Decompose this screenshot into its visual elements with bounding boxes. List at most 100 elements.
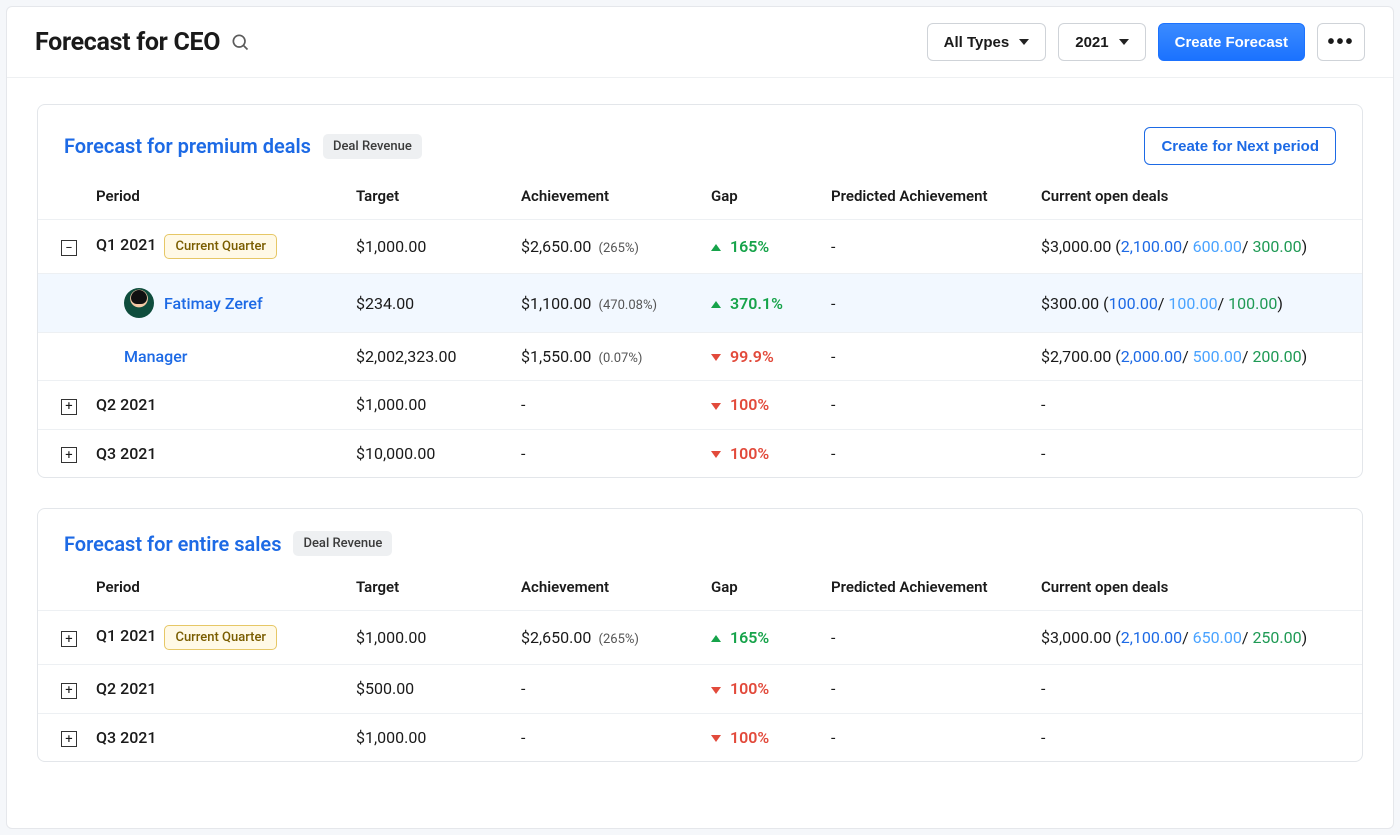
gap-cell: 165% [703, 220, 823, 274]
open-deals-cell: - [1033, 665, 1362, 714]
achievement-cell: - [513, 381, 703, 430]
open-deals-cell: - [1033, 381, 1362, 430]
forecast-card: Forecast for entire sales Deal Revenue Per… [37, 508, 1363, 762]
period-cell: Q2 2021 [88, 381, 348, 430]
card-title[interactable]: Forecast for premium deals [64, 134, 311, 158]
table-row: Q1 2021Current Quarter$1,000.00$2,650.00… [38, 611, 1362, 665]
more-actions-button[interactable]: ••• [1317, 23, 1365, 61]
gap-cell: 100% [703, 429, 823, 477]
expand-icon[interactable] [61, 631, 77, 647]
gap-cell: 165% [703, 611, 823, 665]
chevron-down-icon [1119, 39, 1129, 45]
column-header [38, 566, 88, 611]
card-title[interactable]: Forecast for entire sales [64, 532, 281, 556]
open-deals-cell: $2,700.00 (2,000.00/ 500.00/ 200.00) [1033, 333, 1362, 381]
forecast-card: Forecast for premium deals Deal Revenue Cr… [37, 104, 1363, 478]
open-deals-cell: $300.00 (100.00/ 100.00/ 100.00) [1033, 274, 1362, 333]
column-header: Gap [703, 175, 823, 220]
achievement-cell: $2,650.00 (265%) [513, 220, 703, 274]
period-cell: Fatimay Zeref [88, 274, 348, 333]
table-row: Q2 2021$1,000.00- 100%-- [38, 381, 1362, 430]
expand-icon[interactable] [61, 683, 77, 699]
gap-cell: 100% [703, 665, 823, 714]
open-deals-cell: - [1033, 429, 1362, 477]
year-filter-label: 2021 [1075, 34, 1108, 51]
achievement-cell: - [513, 429, 703, 477]
achievement-cell: $2,650.00 (265%) [513, 611, 703, 665]
search-icon[interactable] [230, 32, 250, 52]
column-header: Current open deals [1033, 566, 1362, 611]
achievement-cell: $1,550.00 (0.07%) [513, 333, 703, 381]
expand-icon[interactable] [61, 399, 77, 415]
open-deals-cell: $3,000.00 (2,100.00/ 600.00/ 300.00) [1033, 220, 1362, 274]
avatar [124, 288, 154, 318]
triangle-up-icon [711, 635, 721, 642]
predicted-cell: - [823, 611, 1033, 665]
achievement-cell: $1,100.00 (470.08%) [513, 274, 703, 333]
achievement-cell: - [513, 713, 703, 761]
predicted-cell: - [823, 665, 1033, 714]
table-row: Fatimay Zeref$234.00$1,100.00 (470.08%) … [38, 274, 1362, 333]
expand-icon[interactable] [61, 447, 77, 463]
triangle-down-icon [711, 451, 721, 458]
user-link[interactable]: Manager [124, 347, 187, 366]
triangle-down-icon [711, 735, 721, 742]
current-quarter-badge: Current Quarter [164, 234, 277, 259]
expand-icon[interactable] [61, 731, 77, 747]
predicted-cell: - [823, 381, 1033, 430]
open-deals-cell: - [1033, 713, 1362, 761]
user-link[interactable]: Fatimay Zeref [164, 294, 263, 313]
triangle-down-icon [711, 403, 721, 410]
column-header: Achievement [513, 175, 703, 220]
open-deals-cell: $3,000.00 (2,100.00/ 650.00/ 250.00) [1033, 611, 1362, 665]
column-header: Current open deals [1033, 175, 1362, 220]
column-header: Period [88, 175, 348, 220]
triangle-down-icon [711, 354, 721, 361]
column-header: Predicted Achievement [823, 566, 1033, 611]
type-filter-dropdown[interactable]: All Types [927, 23, 1047, 61]
column-header: Gap [703, 566, 823, 611]
ellipsis-icon: ••• [1327, 31, 1354, 54]
chevron-down-icon [1019, 39, 1029, 45]
gap-cell: 100% [703, 381, 823, 430]
create-forecast-button[interactable]: Create Forecast [1158, 23, 1305, 61]
page-header: Forecast for CEO All Types 2021 Create F… [7, 7, 1393, 78]
card-tag: Deal Revenue [293, 531, 392, 556]
table-row: Q2 2021$500.00- 100%-- [38, 665, 1362, 714]
page-title: Forecast for CEO [35, 28, 220, 57]
target-cell: $10,000.00 [348, 429, 513, 477]
predicted-cell: - [823, 333, 1033, 381]
column-header: Predicted Achievement [823, 175, 1033, 220]
period-cell: Q1 2021Current Quarter [88, 611, 348, 665]
current-quarter-badge: Current Quarter [164, 625, 277, 650]
column-header: Target [348, 175, 513, 220]
triangle-up-icon [711, 301, 721, 308]
achievement-cell: - [513, 665, 703, 714]
target-cell: $1,000.00 [348, 381, 513, 430]
table-row: Q1 2021Current Quarter$1,000.00$2,650.00… [38, 220, 1362, 274]
predicted-cell: - [823, 429, 1033, 477]
predicted-cell: - [823, 220, 1033, 274]
gap-cell: 100% [703, 713, 823, 761]
card-tag: Deal Revenue [323, 134, 422, 159]
target-cell: $1,000.00 [348, 611, 513, 665]
gap-cell: 370.1% [703, 274, 823, 333]
collapse-icon[interactable] [61, 240, 77, 256]
period-cell: Q2 2021 [88, 665, 348, 714]
create-next-period-button[interactable]: Create for Next period [1144, 127, 1336, 165]
column-header: Target [348, 566, 513, 611]
period-cell: Q1 2021Current Quarter [88, 220, 348, 274]
table-row: Q3 2021$1,000.00- 100%-- [38, 713, 1362, 761]
year-filter-dropdown[interactable]: 2021 [1058, 23, 1145, 61]
target-cell: $2,002,323.00 [348, 333, 513, 381]
column-header: Period [88, 566, 348, 611]
period-cell: Q3 2021 [88, 429, 348, 477]
period-cell: Manager [88, 333, 348, 381]
period-cell: Q3 2021 [88, 713, 348, 761]
table-row: Q3 2021$10,000.00- 100%-- [38, 429, 1362, 477]
predicted-cell: - [823, 274, 1033, 333]
table-row: Manager$2,002,323.00$1,550.00 (0.07%) 99… [38, 333, 1362, 381]
predicted-cell: - [823, 713, 1033, 761]
column-header: Achievement [513, 566, 703, 611]
target-cell: $1,000.00 [348, 713, 513, 761]
